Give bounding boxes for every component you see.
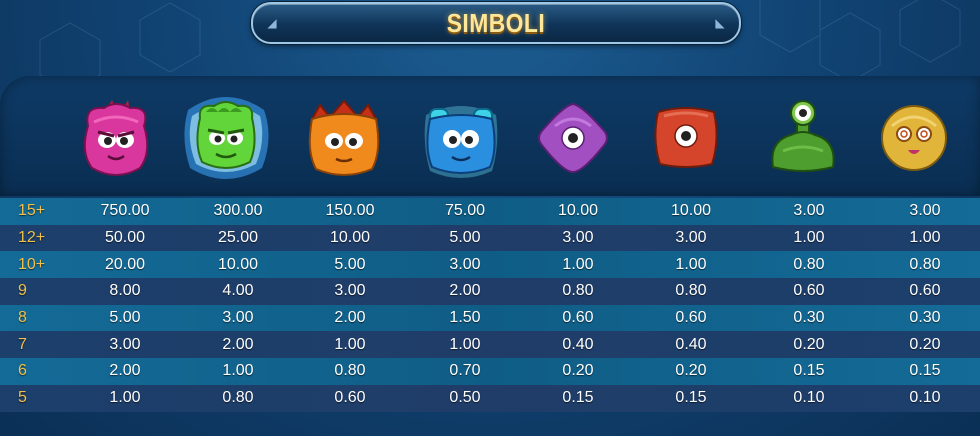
payout-cell: 4.00 — [222, 282, 254, 300]
payout-cell: 1.00 — [109, 389, 141, 407]
payout-cell: 10.00 — [329, 229, 371, 247]
payout-cell: 2.00 — [334, 309, 366, 327]
payout-cell: 5.00 — [109, 309, 141, 327]
payout-cell: 3.00 — [793, 202, 825, 220]
payout-cell: 1.00 — [222, 362, 254, 380]
row-count-label: 12+ — [18, 229, 46, 247]
payout-cell: 0.20 — [793, 335, 825, 353]
red-square-eye-icon — [643, 92, 729, 184]
paytable-row: 12+ 50.00 25.00 10.00 5.00 3.00 3.00 1.0… — [0, 224, 980, 252]
row-count-label: 9 — [18, 282, 27, 300]
payout-cell: 1.00 — [675, 255, 707, 273]
payout-cell: 0.20 — [562, 362, 594, 380]
paytable-row: 6 2.00 1.00 0.80 0.70 0.20 0.20 0.15 0.1… — [0, 358, 980, 385]
payout-cell: 0.15 — [793, 362, 825, 380]
payout-cell: 150.00 — [325, 202, 375, 220]
symbols-panel — [0, 76, 980, 196]
payout-cell: 5.00 — [449, 229, 481, 247]
payout-cell: 0.30 — [793, 309, 825, 327]
row-count-label: 7 — [18, 335, 27, 353]
payout-cell: 2.00 — [222, 335, 254, 353]
payout-cell: 300.00 — [213, 202, 263, 220]
payout-cell: 0.60 — [562, 309, 594, 327]
payout-cell: 2.00 — [449, 282, 481, 300]
pink-horned-monster-icon — [73, 92, 159, 184]
payout-cell: 0.40 — [562, 335, 594, 353]
payout-cell: 5.00 — [334, 255, 366, 273]
green-glowing-monster-icon — [183, 92, 269, 184]
yellow-ball-monster-icon — [871, 92, 957, 184]
page-title: SIMBOLI — [446, 7, 546, 38]
payout-cell: 3.00 — [562, 229, 594, 247]
payout-cell: 0.10 — [909, 389, 941, 407]
payout-cell: 10.00 — [217, 255, 259, 273]
payout-cell: 1.00 — [562, 255, 594, 273]
title-decoration-left-icon: ◢ — [267, 16, 277, 30]
payout-cell: 3.00 — [334, 282, 366, 300]
row-count-label: 5 — [18, 389, 27, 407]
payout-cell: 1.50 — [449, 309, 481, 327]
paytable: 15+ 750.00 300.00 150.00 75.00 10.00 10.… — [0, 198, 980, 412]
payout-cell: 0.15 — [909, 362, 941, 380]
payout-cell: 0.80 — [909, 255, 941, 273]
payout-cell: 8.00 — [109, 282, 141, 300]
payout-cell: 0.80 — [222, 389, 254, 407]
paytable-row: 8 5.00 3.00 2.00 1.50 0.60 0.60 0.30 0.3… — [0, 304, 980, 332]
paytable-row: 5 1.00 0.80 0.60 0.50 0.15 0.15 0.10 0.1… — [0, 384, 980, 412]
blue-monster-icon — [418, 92, 504, 184]
paytable-row: 9 8.00 4.00 3.00 2.00 0.80 0.80 0.60 0.6… — [0, 278, 980, 305]
paytable-row: 15+ 750.00 300.00 150.00 75.00 10.00 10.… — [0, 198, 980, 225]
payout-cell: 0.30 — [909, 309, 941, 327]
payout-cell: 20.00 — [104, 255, 146, 273]
payout-cell: 3.00 — [675, 229, 707, 247]
payout-cell: 75.00 — [444, 202, 486, 220]
payout-cell: 1.00 — [793, 229, 825, 247]
payout-cell: 0.15 — [675, 389, 707, 407]
payout-cell: 0.15 — [562, 389, 594, 407]
payout-cell: 10.00 — [557, 202, 599, 220]
payout-cell: 0.70 — [449, 362, 481, 380]
payout-cell: 50.00 — [104, 229, 146, 247]
paytable-row: 10+ 20.00 10.00 5.00 3.00 1.00 1.00 0.80… — [0, 251, 980, 279]
payout-cell: 0.20 — [909, 335, 941, 353]
payout-cell: 0.80 — [562, 282, 594, 300]
payout-cell: 0.60 — [793, 282, 825, 300]
payout-cell: 0.80 — [793, 255, 825, 273]
purple-diamond-eye-icon — [530, 92, 616, 184]
payout-cell: 0.60 — [334, 389, 366, 407]
payout-cell: 1.00 — [334, 335, 366, 353]
payout-cell: 3.00 — [109, 335, 141, 353]
green-slime-eye-icon — [760, 92, 846, 184]
row-count-label: 8 — [18, 309, 27, 327]
payout-cell: 0.20 — [675, 362, 707, 380]
paytable-row: 7 3.00 2.00 1.00 1.00 0.40 0.40 0.20 0.2… — [0, 331, 980, 359]
payout-cell: 3.00 — [449, 255, 481, 273]
payout-cell: 0.50 — [449, 389, 481, 407]
payout-cell: 3.00 — [222, 309, 254, 327]
payout-cell: 750.00 — [100, 202, 150, 220]
payout-cell: 10.00 — [670, 202, 712, 220]
payout-cell: 0.10 — [793, 389, 825, 407]
title-decoration-right-icon: ◣ — [715, 16, 725, 30]
payout-cell: 1.00 — [909, 229, 941, 247]
row-count-label: 6 — [18, 362, 27, 380]
payout-cell: 0.40 — [675, 335, 707, 353]
payout-cell: 3.00 — [909, 202, 941, 220]
payout-cell: 0.60 — [675, 309, 707, 327]
payout-cell: 2.00 — [109, 362, 141, 380]
row-count-label: 15+ — [18, 202, 46, 220]
payout-cell: 0.80 — [334, 362, 366, 380]
title-banner: ◢ SIMBOLI ◣ — [251, 2, 741, 44]
payout-cell: 0.60 — [909, 282, 941, 300]
payout-cell: 0.80 — [675, 282, 707, 300]
payout-cell: 25.00 — [217, 229, 259, 247]
orange-crowned-monster-icon — [301, 92, 387, 184]
row-count-label: 10+ — [18, 255, 46, 273]
payout-cell: 1.00 — [449, 335, 481, 353]
